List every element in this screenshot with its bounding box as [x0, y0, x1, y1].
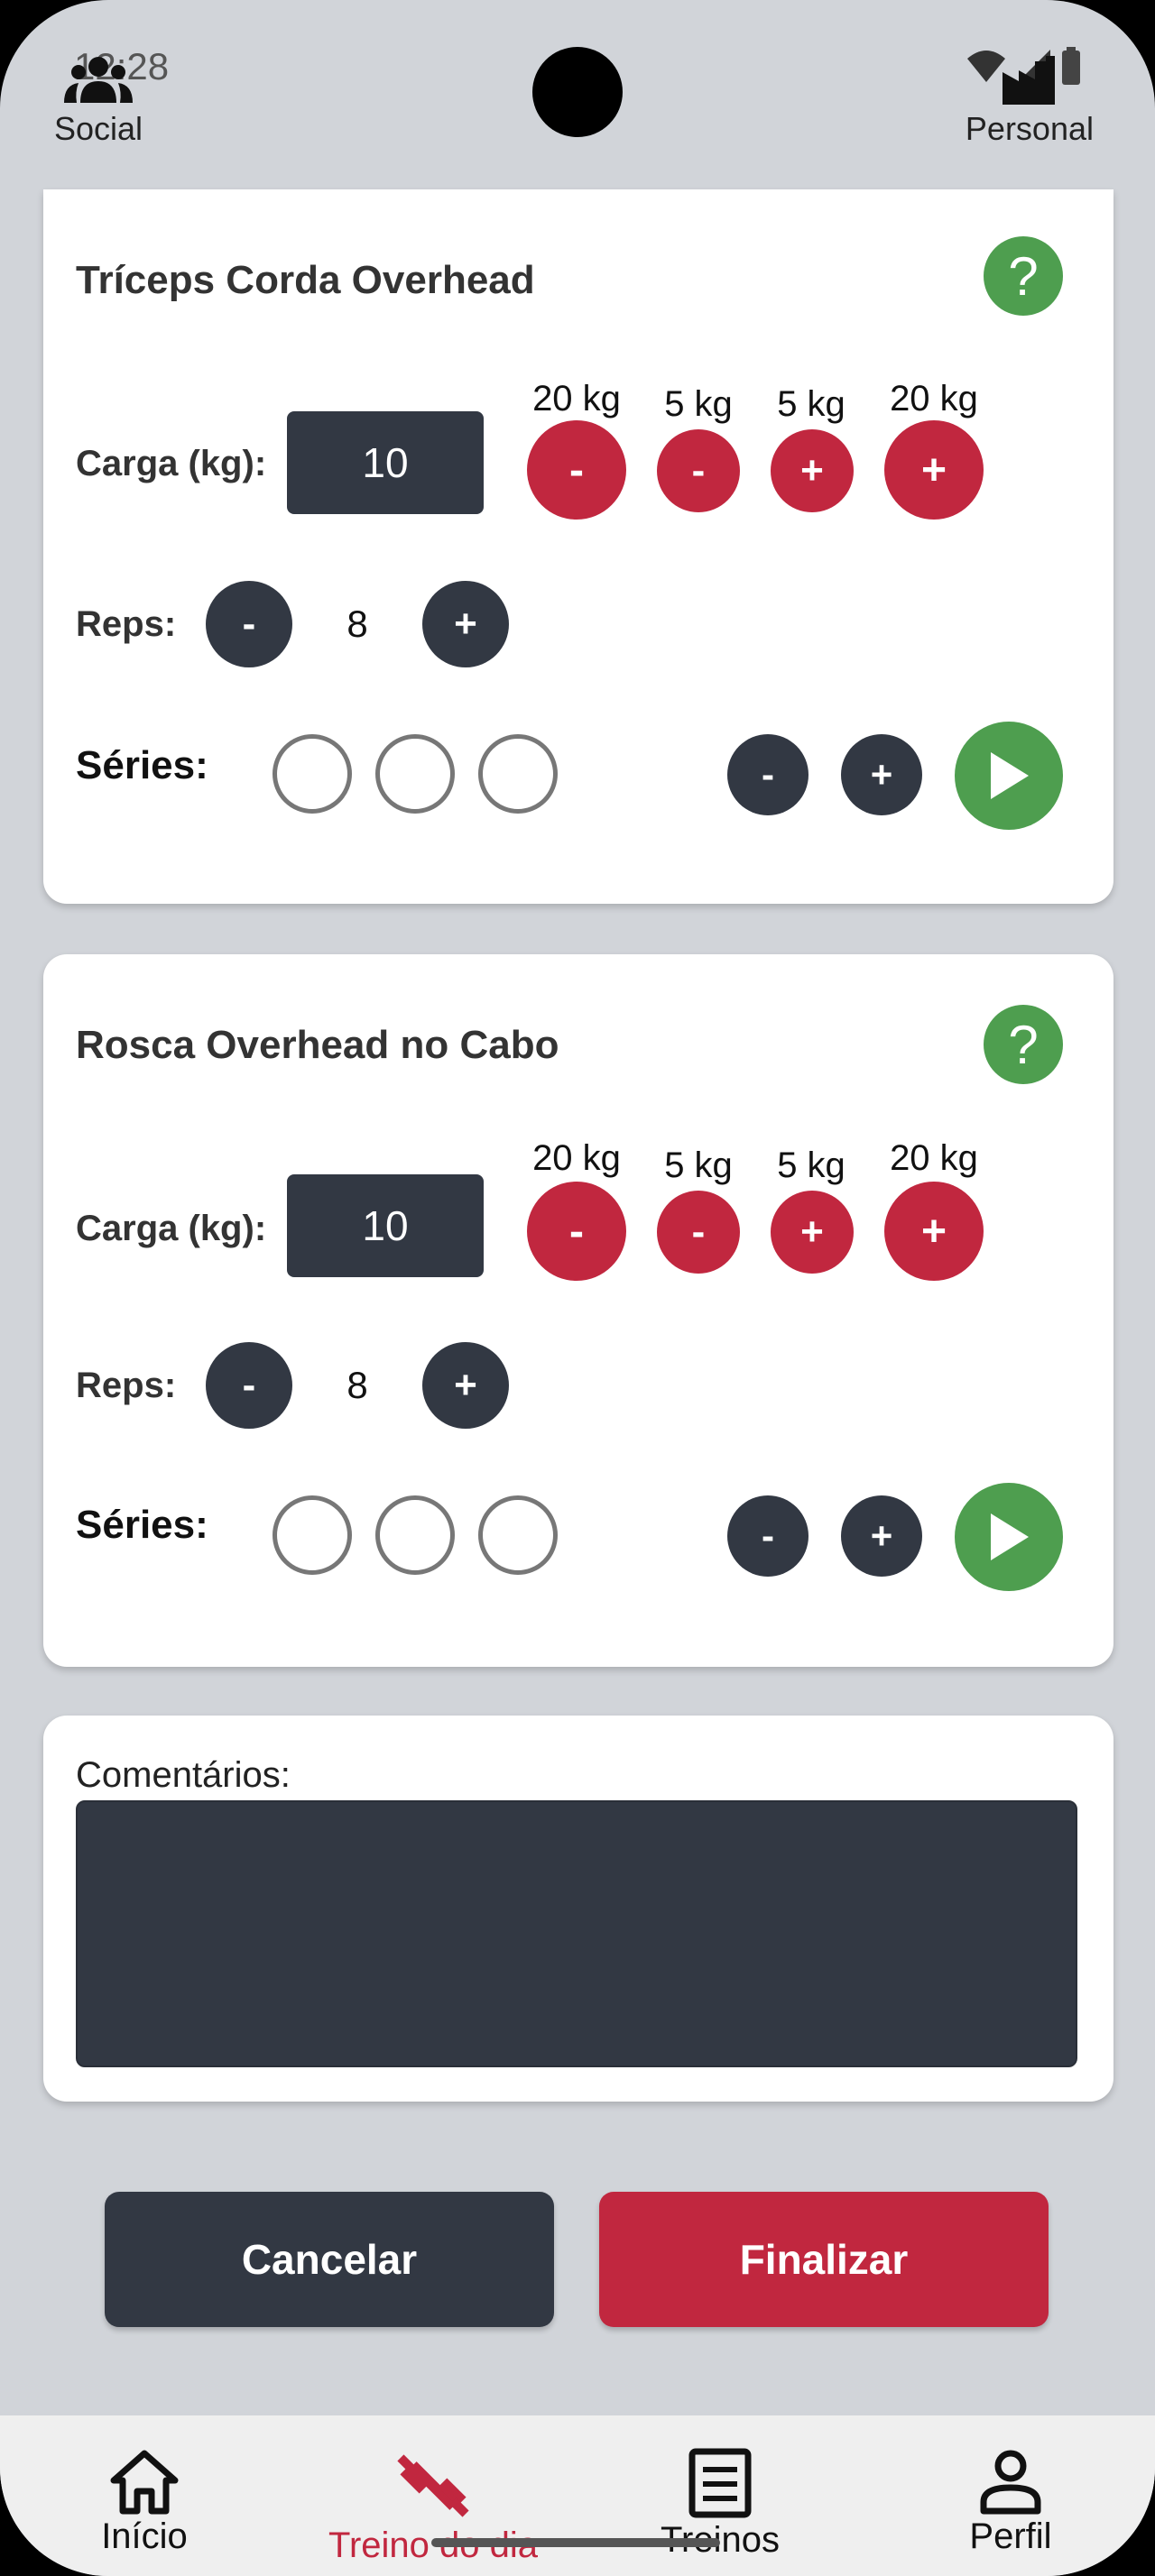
home-icon [110, 2450, 179, 2515]
reps-label: Reps: [76, 1366, 177, 1405]
reps-label: Reps: [76, 604, 177, 644]
plus-5kg-button[interactable]: + [771, 1191, 854, 1274]
question-icon: ? [1008, 245, 1039, 307]
comments-input[interactable] [76, 1800, 1077, 2067]
step-label-5kg-plus: 5 kg [777, 384, 845, 424]
plus-5kg-button[interactable]: + [771, 429, 854, 512]
series-plus-button[interactable]: + [841, 1495, 922, 1577]
person-icon [980, 2450, 1041, 2515]
personal-button[interactable]: Personal [966, 54, 1094, 148]
factory-icon [1002, 56, 1055, 105]
step-label-20kg-minus: 20 kg [532, 379, 621, 419]
bottom-nav: Início Treino do dia Treinos [0, 2415, 1155, 2576]
minus-20kg-button[interactable]: - [527, 1182, 626, 1281]
cancel-button[interactable]: Cancelar [105, 2192, 554, 2327]
exercise-title: Tríceps Corda Overhead [76, 258, 535, 302]
plus-20kg-button[interactable]: + [884, 420, 984, 520]
step-label-5kg-minus: 5 kg [664, 384, 733, 424]
series-label: Séries: [76, 743, 208, 787]
step-label-20kg-plus: 20 kg [890, 379, 978, 419]
play-icon [991, 752, 1029, 799]
reps-value: 8 [346, 1364, 368, 1406]
series-indicator[interactable] [273, 734, 352, 814]
home-indicator[interactable] [431, 2538, 720, 2547]
minus-5kg-button[interactable]: - [657, 1191, 740, 1274]
nav-label: Perfil [969, 2516, 1052, 2556]
series-indicator[interactable] [375, 734, 455, 814]
reps-plus-button[interactable]: + [422, 1342, 509, 1429]
series-plus-button[interactable]: + [841, 734, 922, 815]
reps-minus-button[interactable]: - [206, 1342, 292, 1429]
step-label-20kg-minus: 20 kg [532, 1138, 621, 1178]
start-button[interactable] [955, 722, 1063, 830]
exercise-card: Tríceps Corda Overhead ? Carga (kg): 10 … [43, 189, 1113, 904]
series-indicator[interactable] [478, 1495, 558, 1575]
list-icon [688, 2448, 752, 2518]
series-minus-button[interactable]: - [727, 734, 808, 815]
minus-20kg-button[interactable]: - [527, 420, 626, 520]
series-minus-button[interactable]: - [727, 1495, 808, 1577]
exercise-title: Rosca Overhead no Cabo [76, 1023, 559, 1067]
help-button[interactable]: ? [984, 1005, 1063, 1084]
nav-label: Início [101, 2516, 188, 2556]
comments-card: Comentários: [43, 1716, 1113, 2102]
step-label-5kg-minus: 5 kg [664, 1145, 733, 1185]
nav-item-inicio[interactable]: Início [27, 2448, 262, 2557]
load-input[interactable]: 10 [287, 411, 484, 514]
load-input[interactable]: 10 [287, 1174, 484, 1277]
camera-cutout [532, 47, 623, 137]
dumbbell-icon [397, 2454, 469, 2517]
group-icon [64, 57, 134, 103]
reps-plus-button[interactable]: + [422, 581, 509, 667]
load-label: Carga (kg): [76, 444, 267, 483]
comments-label: Comentários: [76, 1755, 291, 1795]
finish-button[interactable]: Finalizar [599, 2192, 1049, 2327]
phone-screen: 12:28 Social Personal Tríceps Corda Over… [0, 0, 1155, 2576]
load-label: Carga (kg): [76, 1209, 267, 1248]
nav-item-treino-do-dia[interactable]: Treino do dia [316, 2448, 550, 2566]
step-label-20kg-plus: 20 kg [890, 1138, 978, 1178]
step-label-5kg-plus: 5 kg [777, 1145, 845, 1185]
play-icon [991, 1513, 1029, 1560]
social-label: Social [54, 110, 143, 147]
nav-item-perfil[interactable]: Perfil [893, 2448, 1128, 2557]
series-label: Séries: [76, 1503, 208, 1547]
series-indicator[interactable] [375, 1495, 455, 1575]
social-button[interactable]: Social [54, 54, 143, 148]
plus-20kg-button[interactable]: + [884, 1182, 984, 1281]
exercise-card: Rosca Overhead no Cabo ? Carga (kg): 10 … [43, 954, 1113, 1667]
reps-minus-button[interactable]: - [206, 581, 292, 667]
series-indicator[interactable] [273, 1495, 352, 1575]
help-button[interactable]: ? [984, 236, 1063, 316]
question-icon: ? [1008, 1014, 1039, 1075]
reps-value: 8 [346, 603, 368, 645]
personal-label: Personal [965, 110, 1094, 147]
minus-5kg-button[interactable]: - [657, 429, 740, 512]
start-button[interactable] [955, 1483, 1063, 1591]
series-indicator[interactable] [478, 734, 558, 814]
